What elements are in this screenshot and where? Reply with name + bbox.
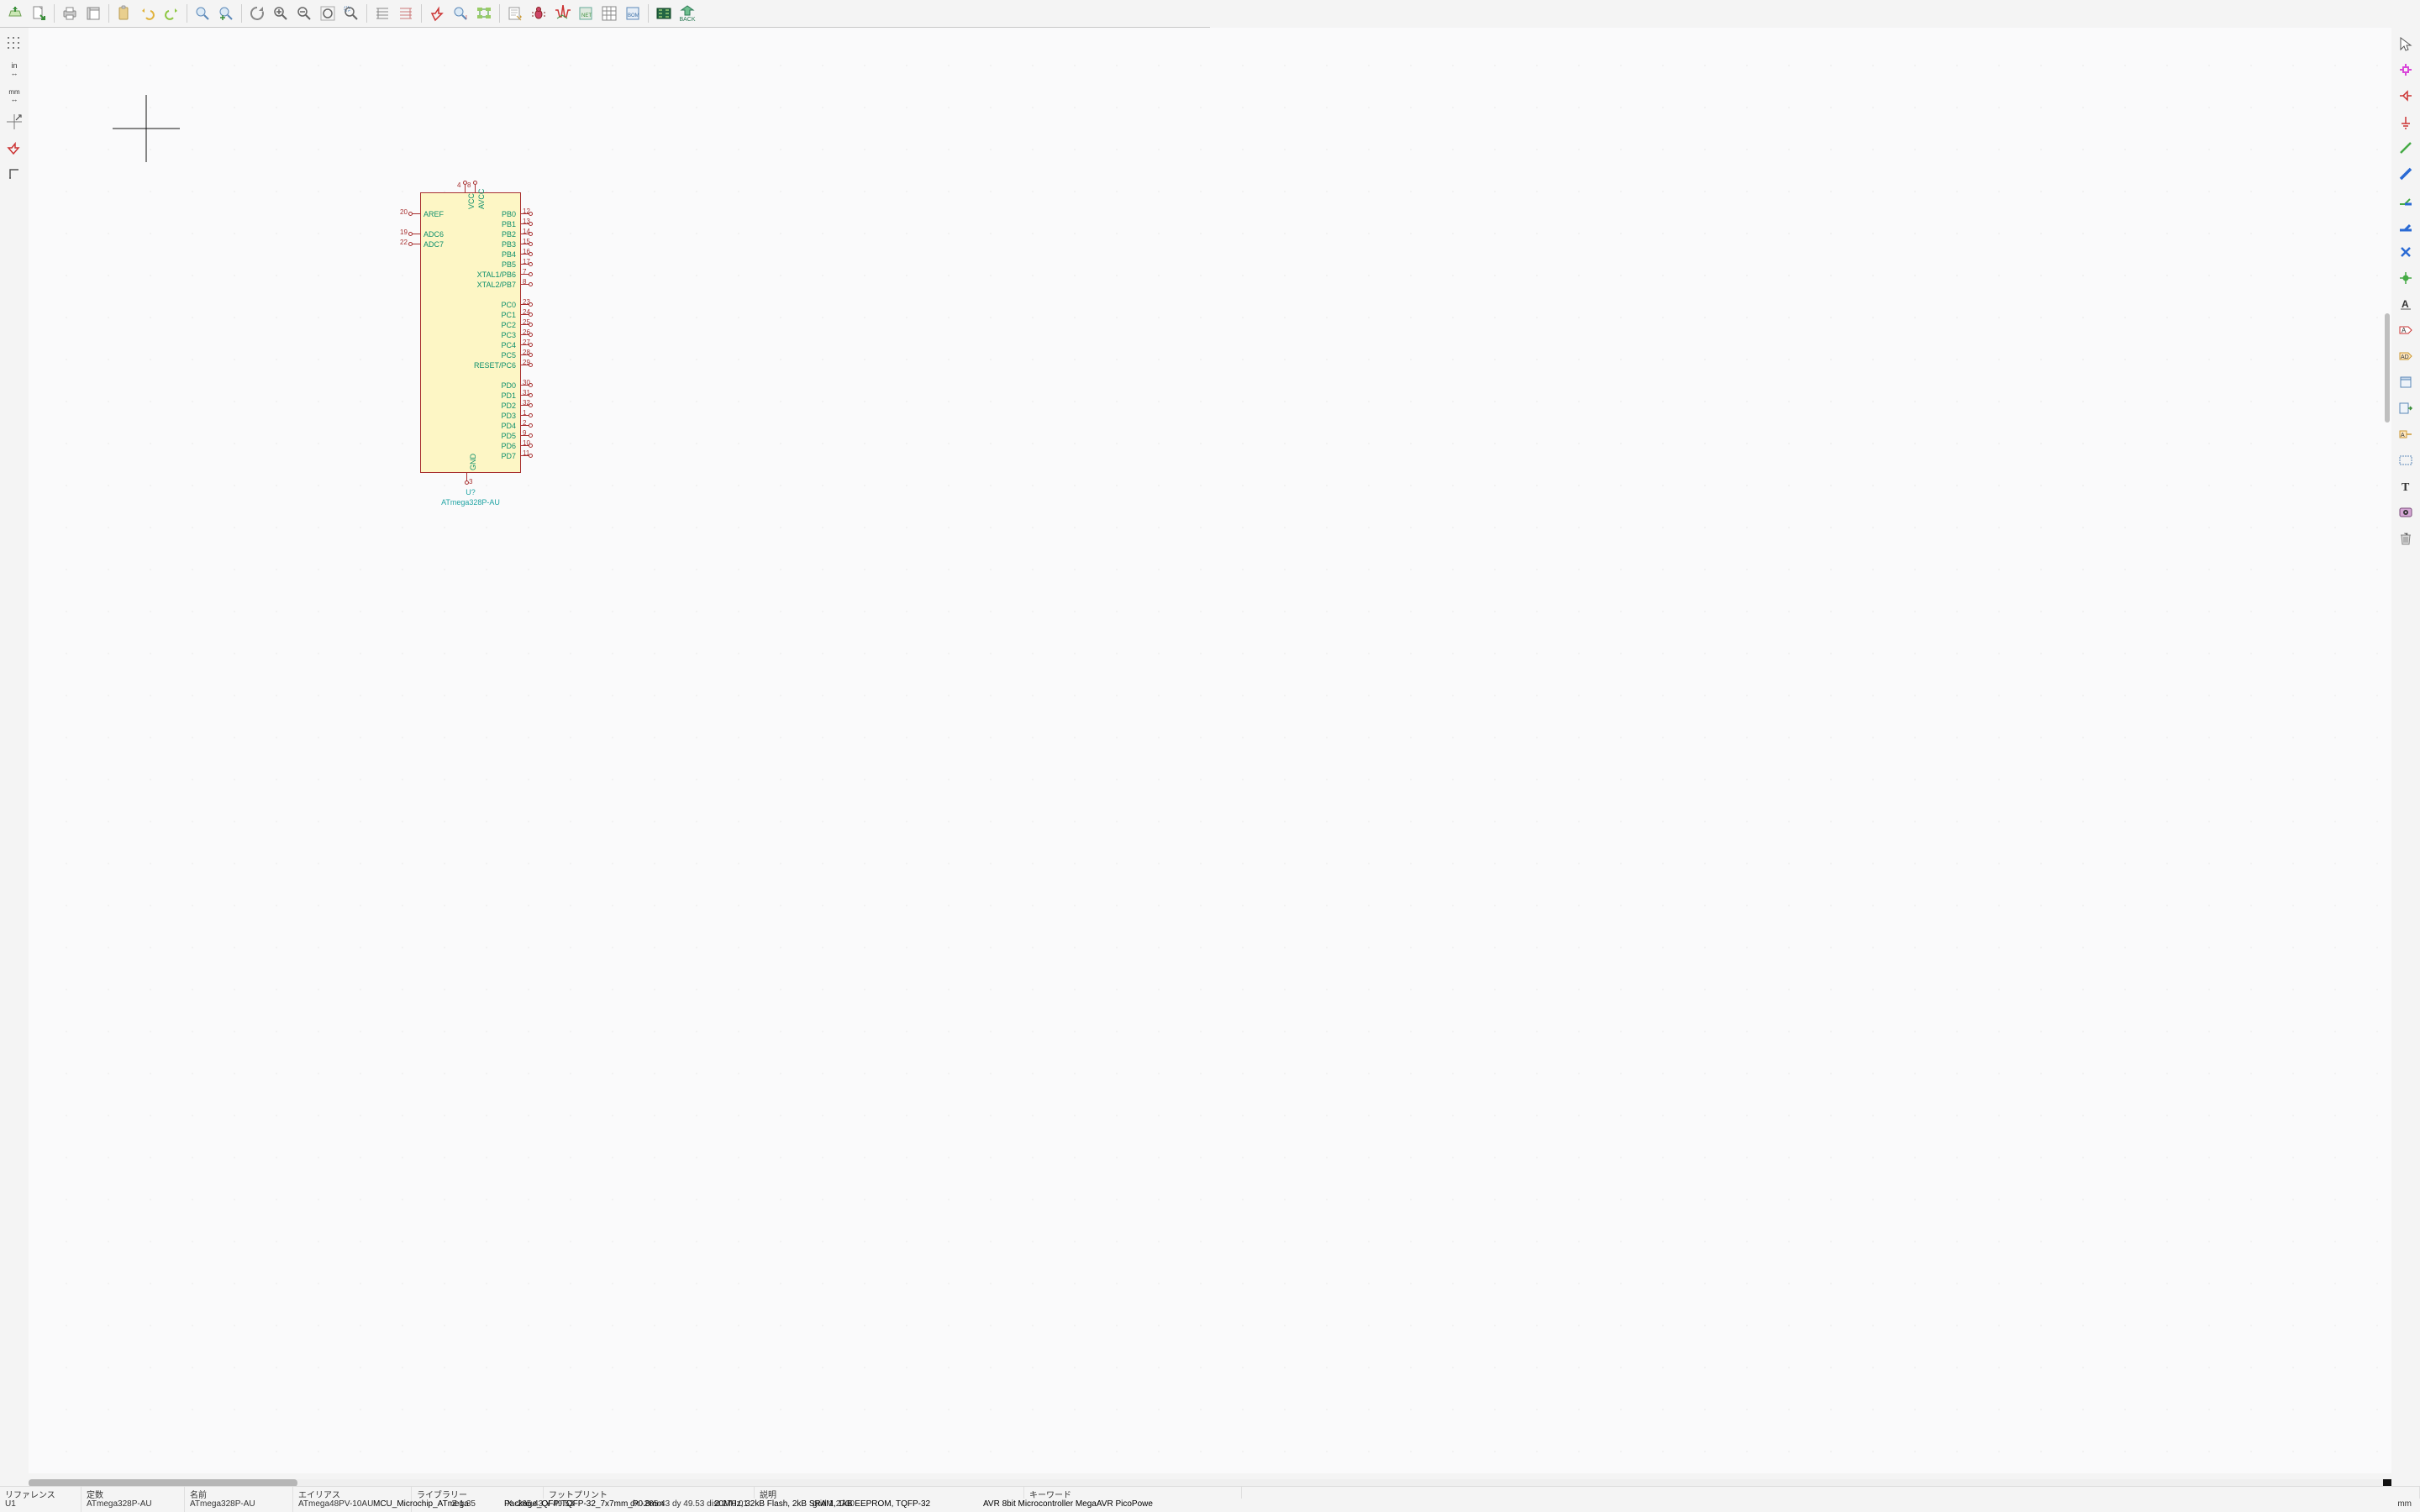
status-header-alias: エイリアス — [293, 1487, 412, 1499]
status-value-reference: U1 — [0, 1499, 82, 1512]
svg-text:BOM: BOM — [628, 13, 639, 18]
print-button[interactable] — [58, 2, 82, 25]
status-value-name: ATmega328P-AU — [185, 1499, 293, 1512]
grid-toggle-button[interactable] — [2, 31, 27, 56]
top-toolbar: ! NET BOM BACK — [0, 0, 1210, 28]
netlist-button[interactable]: NET — [574, 2, 597, 25]
cursor-full-button[interactable] — [2, 109, 27, 134]
status-coord-grid: grid 1.2700 — [778, 1499, 889, 1512]
refresh-button[interactable] — [245, 2, 269, 25]
svg-text:!: ! — [466, 15, 467, 21]
select-button[interactable] — [2393, 31, 2418, 56]
paste-button[interactable] — [113, 2, 136, 25]
svg-text:A: A — [2402, 327, 2407, 334]
sim-button[interactable] — [550, 2, 574, 25]
status-header-footprint: フットプリント — [544, 1487, 755, 1499]
zoom-selection-button[interactable] — [339, 2, 363, 25]
hier-pin-button[interactable]: A — [2393, 422, 2418, 447]
net-label-button[interactable]: A — [2393, 291, 2418, 317]
status-value-alias: ATmega48PV-10AU — [293, 1499, 412, 1512]
global-label-button[interactable]: A — [2393, 318, 2418, 343]
inches-button[interactable]: in ↔ — [2, 57, 27, 82]
svg-text:AD: AD — [2401, 354, 2409, 360]
hidden-pins-button[interactable] — [2, 135, 27, 160]
highlight-net-button[interactable] — [2393, 57, 2418, 82]
redo-button[interactable] — [160, 2, 183, 25]
new-sheet-button[interactable] — [27, 2, 50, 25]
status-bar-values: U1 ATmega328P-AU ATmega328P-AU ATmega48P… — [0, 1499, 2420, 1512]
add-symbol-button[interactable] — [2393, 83, 2418, 108]
canvas-area[interactable]: VCC4AVCC8GND3AREF20ADC619ADC722PB012PB11… — [29, 28, 2391, 1473]
status-header-reference: リファレンス — [0, 1487, 82, 1499]
svg-text:T: T — [2402, 481, 2410, 494]
import-sheet-pin-button[interactable] — [2393, 396, 2418, 421]
textbox-button[interactable] — [2393, 448, 2418, 473]
vertical-scrollbar[interactable] — [2385, 313, 2390, 423]
svg-text:A: A — [2402, 298, 2409, 310]
crosshair-icon — [113, 95, 180, 162]
erc-markers-button[interactable] — [472, 2, 496, 25]
bus-button[interactable] — [2393, 161, 2418, 186]
find-button[interactable] — [191, 2, 214, 25]
inspect-button[interactable]: ! — [449, 2, 472, 25]
run-erc-button[interactable] — [425, 2, 449, 25]
noconnect-button[interactable] — [2393, 239, 2418, 265]
status-coord-unit: mm — [889, 1499, 2420, 1512]
status-coord-d: dx -265.43 dy 49.53 dist 270.01 — [600, 1499, 778, 1512]
status-coord-z: Z 1.35 — [412, 1499, 481, 1512]
expand-hierarchy-button[interactable] — [371, 2, 394, 25]
delete-button[interactable] — [2393, 526, 2418, 551]
sheet-button[interactable] — [2393, 370, 2418, 395]
add-power-button[interactable] — [2393, 109, 2418, 134]
open-button[interactable] — [3, 2, 27, 25]
pcb-button[interactable] — [652, 2, 676, 25]
status-header-value: 定数 — [82, 1487, 185, 1499]
text-button[interactable]: T — [2393, 474, 2418, 499]
image-button[interactable] — [2393, 500, 2418, 525]
status-value-value: ATmega328P-AU — [82, 1499, 185, 1512]
zoom-in-button[interactable] — [269, 2, 292, 25]
status-bar-header: リファレンス 定数 名前 エイリアス ライブラリー フットプリント 説明 キーワ… — [0, 1486, 2420, 1499]
svg-text:NET: NET — [581, 13, 592, 18]
schematic-canvas[interactable]: VCC4AVCC8GND3AREF20ADC619ADC722PB012PB11… — [29, 28, 2391, 1473]
zoom-out-button[interactable] — [292, 2, 316, 25]
replace-button[interactable] — [214, 2, 238, 25]
origin-button[interactable] — [2, 161, 27, 186]
status-header-description: 説明 — [755, 1487, 1024, 1499]
right-toolbar: A A AD A T — [2391, 28, 2420, 1473]
back-button[interactable]: BACK — [676, 5, 699, 23]
mm-button[interactable]: mm ↔ — [2, 83, 27, 108]
back-label: BACK — [679, 17, 695, 23]
bom-table-button[interactable] — [597, 2, 621, 25]
junction-button[interactable] — [2393, 265, 2418, 291]
zoom-fit-button[interactable] — [316, 2, 339, 25]
undo-button[interactable] — [136, 2, 160, 25]
bus-entry-button[interactable] — [2393, 213, 2418, 239]
status-header-keywords: キーワード — [1024, 1487, 1242, 1499]
annotate-button[interactable] — [503, 2, 527, 25]
bom-button[interactable]: BOM — [621, 2, 644, 25]
status-coord-xy: X -265.43 Y 49.53 — [481, 1499, 600, 1512]
status-header-library: ライブラリー — [412, 1487, 544, 1499]
page-settings-button[interactable] — [82, 2, 105, 25]
hier-label-button[interactable]: AD — [2393, 344, 2418, 369]
svg-text:A: A — [2401, 433, 2405, 438]
leave-sheet-button[interactable] — [394, 2, 418, 25]
wire-entry-button[interactable] — [2393, 187, 2418, 213]
left-toolbar: in ↔ mm ↔ — [0, 28, 29, 1473]
debug-button[interactable] — [527, 2, 550, 25]
status-header-name: 名前 — [185, 1487, 293, 1499]
wire-button[interactable] — [2393, 135, 2418, 160]
